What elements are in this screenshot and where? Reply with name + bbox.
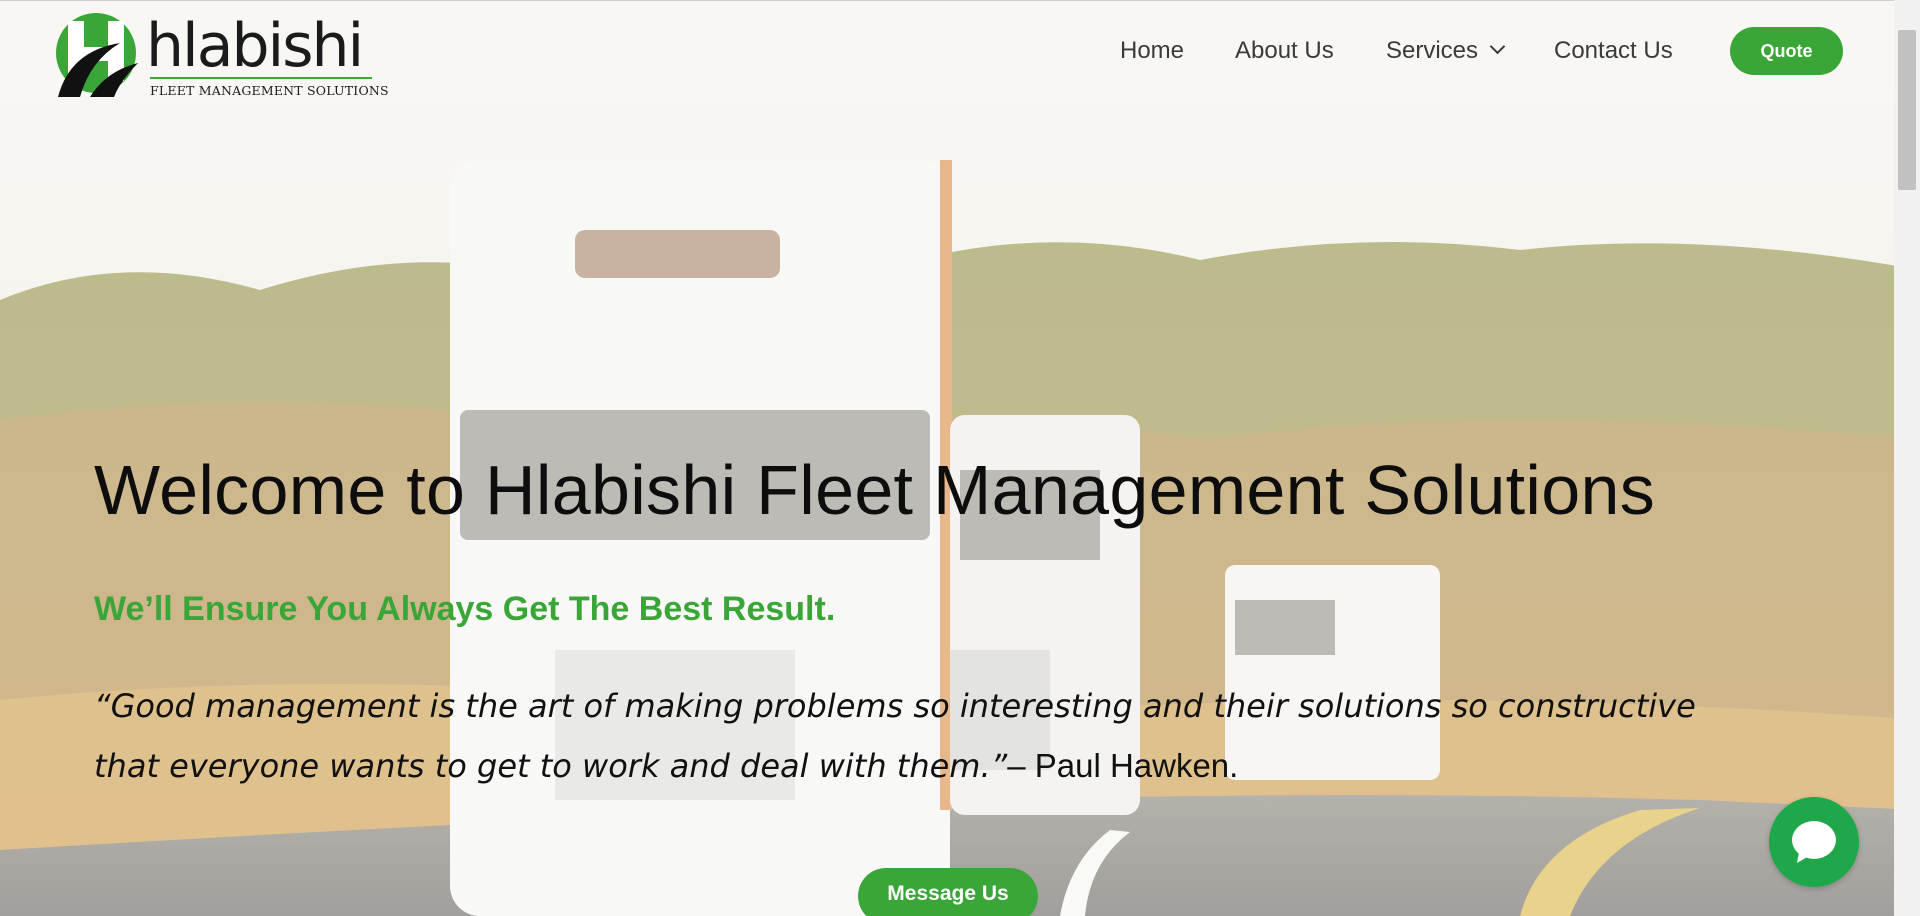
- quote-author: – Paul Hawken.: [1007, 747, 1239, 784]
- nav-services-label: Services: [1386, 37, 1479, 64]
- logo-wordmark: hlabishi: [146, 11, 364, 81]
- nav-home[interactable]: Home: [1120, 31, 1184, 71]
- nav-about-us[interactable]: About Us: [1235, 31, 1334, 71]
- hero-subtitle: We’ll Ensure You Always Get The Best Res…: [94, 590, 836, 628]
- message-us-button[interactable]: Message Us: [858, 868, 1038, 916]
- chat-widget-button[interactable]: [1769, 797, 1859, 887]
- hero-quote: “Good management is the art of making pr…: [94, 676, 1734, 796]
- logo-divider: [150, 77, 372, 79]
- quote-button[interactable]: Quote: [1730, 27, 1843, 75]
- hlabishi-logo-icon: [56, 13, 138, 97]
- logo-tagline: FLEET MANAGEMENT SOLUTIONS: [150, 83, 389, 98]
- chevron-down-icon: [1489, 38, 1506, 55]
- hero-title: Welcome to Hlabishi Fleet Management Sol…: [94, 451, 1656, 529]
- quote-text: “Good management is the art of making pr…: [94, 687, 1696, 785]
- scrollbar-thumb[interactable]: [1898, 30, 1916, 190]
- nav-services[interactable]: Services: [1386, 31, 1506, 71]
- site-logo[interactable]: hlabishi FLEET MANAGEMENT SOLUTIONS: [50, 11, 389, 101]
- chat-bubble-icon: [1792, 821, 1836, 863]
- site-header: hlabishi FLEET MANAGEMENT SOLUTIONS Home…: [0, 0, 1894, 110]
- nav-contact-us[interactable]: Contact Us: [1554, 31, 1673, 71]
